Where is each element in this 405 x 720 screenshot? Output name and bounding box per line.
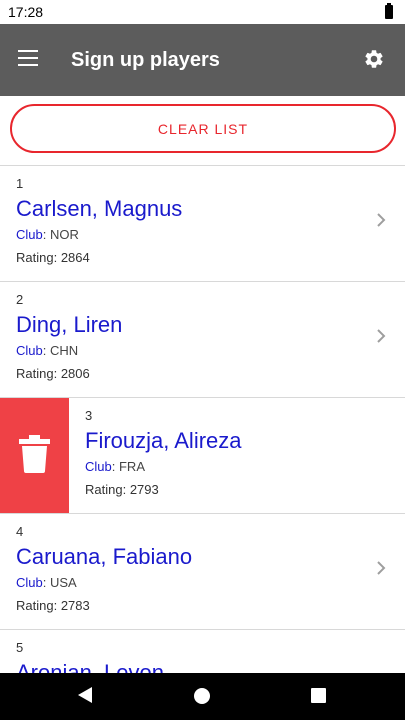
club-value: USA <box>49 575 77 590</box>
player-row-swiped[interactable]: 3 Firouzja, Alireza Club: FRA Rating: 27… <box>0 398 405 514</box>
gear-icon[interactable] <box>363 48 385 70</box>
player-rating: Rating: 2793 <box>85 482 159 497</box>
rating-label: Rating <box>85 482 123 497</box>
player-name: Ding, Liren <box>16 312 123 337</box>
rating-value: 2793 <box>129 482 159 497</box>
club-value: NOR <box>49 227 79 242</box>
player-number: 1 <box>16 176 24 191</box>
player-club: Club: FRA <box>85 459 145 474</box>
rating-value: 2783 <box>60 598 90 613</box>
club-label: Club <box>16 343 43 358</box>
player-rating: Rating: 2806 <box>16 366 90 381</box>
player-name: Carlsen, Magnus <box>16 196 183 221</box>
home-icon[interactable] <box>194 688 210 704</box>
player-list: 1 Carlsen, Magnus Club: NOR Rating: 2864… <box>0 166 405 720</box>
rating-value: 2806 <box>60 366 90 381</box>
chevron-right-icon <box>377 213 386 227</box>
rating-label: Rating <box>16 598 54 613</box>
chevron-right-icon <box>377 561 386 575</box>
status-bar: 17:28 <box>0 0 405 24</box>
club-label: Club <box>85 459 112 474</box>
delete-player-button[interactable] <box>0 398 69 513</box>
page-title: Sign up players <box>71 49 220 71</box>
player-club: Club: USA <box>16 575 77 590</box>
rating-value: 2864 <box>60 250 90 265</box>
clear-list-container: CLEAR LIST <box>0 96 405 166</box>
player-number: 2 <box>16 292 24 307</box>
player-club: Club: CHN <box>16 343 79 358</box>
player-club: Club: NOR <box>16 227 79 242</box>
player-name: Firouzja, Alireza <box>85 428 242 453</box>
club-value: FRA <box>118 459 145 474</box>
player-rating: Rating: 2864 <box>16 250 90 265</box>
player-number: 3 <box>85 408 93 423</box>
club-label: Club <box>16 227 43 242</box>
player-number: 4 <box>16 524 24 539</box>
player-row[interactable]: 4 Caruana, Fabiano Club: USA Rating: 278… <box>0 514 405 630</box>
back-icon[interactable] <box>78 687 92 703</box>
menu-icon[interactable] <box>18 50 38 66</box>
club-value: CHN <box>49 343 79 358</box>
battery-icon <box>385 3 393 19</box>
system-nav-bar <box>0 673 405 720</box>
rating-label: Rating <box>16 250 54 265</box>
status-time: 17:28 <box>8 4 44 20</box>
chevron-right-icon <box>377 329 386 343</box>
recents-icon[interactable] <box>311 688 326 703</box>
player-rating: Rating: 2783 <box>16 598 90 613</box>
player-row[interactable]: 2 Ding, Liren Club: CHN Rating: 2806 <box>0 282 405 398</box>
player-row[interactable]: 1 Carlsen, Magnus Club: NOR Rating: 2864 <box>0 166 405 282</box>
club-label: Club <box>16 575 43 590</box>
player-name: Caruana, Fabiano <box>16 544 193 569</box>
app-bar: Sign up players <box>0 24 405 96</box>
clear-list-button[interactable]: CLEAR LIST <box>10 104 396 153</box>
rating-label: Rating <box>16 366 54 381</box>
player-number: 5 <box>16 640 24 655</box>
trash-icon <box>19 435 50 473</box>
